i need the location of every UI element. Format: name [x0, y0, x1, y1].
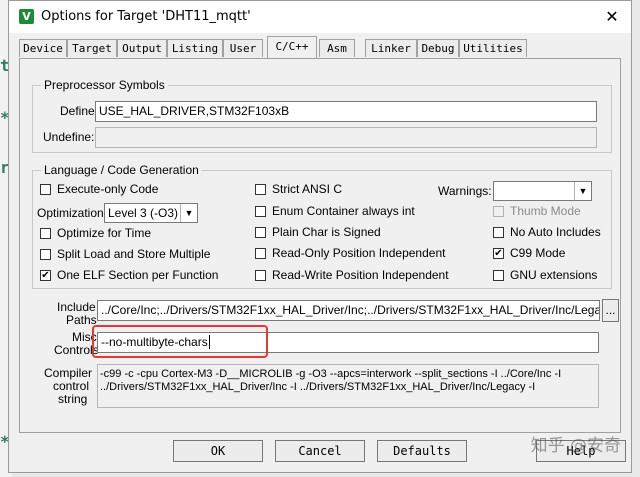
tab-debug[interactable]: Debug [417, 39, 459, 57]
plain-char-label: Plain Char is Signed [272, 225, 381, 239]
compiler-string-line1: -c99 -c -cpu Cortex-M3 -D__MICROLIB -g -… [100, 368, 562, 380]
enum-container-checkbox[interactable] [255, 206, 266, 217]
optimization-label: Optimization: [37, 206, 108, 220]
defaults-button[interactable]: Defaults [377, 440, 467, 462]
close-button[interactable]: ✕ [599, 5, 625, 29]
tab-c-cpp[interactable]: C/C++ [267, 36, 317, 58]
tab-user[interactable]: User [223, 39, 263, 57]
codegen-group: Language / Code Generation Execute-only … [32, 163, 612, 289]
ro-pi-label: Read-Only Position Independent [272, 246, 446, 260]
ro-pi-checkbox[interactable] [255, 248, 266, 259]
chevron-down-icon: ▼ [574, 182, 591, 200]
enum-container-label: Enum Container always int [272, 204, 415, 218]
c99-mode-checkbox[interactable]: ✔ [493, 248, 504, 259]
include-browse-button[interactable]: ... [602, 299, 619, 322]
ok-button[interactable]: OK [173, 440, 263, 462]
optimize-time-checkbox[interactable] [40, 228, 51, 239]
tab-target[interactable]: Target [67, 39, 117, 57]
c99-mode-label: C99 Mode [510, 246, 566, 260]
include-label-line1: Include [57, 300, 96, 314]
split-load-label: Split Load and Store Multiple [57, 247, 211, 261]
gnu-ext-label: GNU extensions [510, 268, 598, 282]
c-cpp-panel: Preprocessor Symbols Define: USE_HAL_DRI… [19, 58, 621, 433]
no-auto-includes-label: No Auto Includes [510, 225, 601, 239]
rw-pi-label: Read-Write Position Independent [272, 268, 449, 282]
no-auto-includes-checkbox[interactable] [493, 227, 504, 238]
checkmark-icon: ✔ [41, 270, 50, 281]
split-load-checkbox[interactable] [40, 249, 51, 260]
gnu-ext-checkbox[interactable] [493, 270, 504, 281]
compiler-control-string: -c99 -c -cpu Cortex-M3 -D__MICROLIB -g -… [97, 364, 599, 408]
undefine-label: Undefine: [43, 130, 95, 144]
compiler-label-line1: Compiler [44, 366, 93, 380]
tab-device[interactable]: Device [19, 39, 67, 57]
tab-linker[interactable]: Linker [365, 39, 417, 57]
optimize-time-label: Optimize for Time [57, 226, 152, 240]
title-bar: V Options for Target 'DHT11_mqtt' ✕ [9, 1, 631, 33]
chevron-down-icon: ▼ [180, 204, 197, 222]
define-label: Define: [60, 104, 99, 118]
include-paths-field[interactable]: ../Core/Inc;../Drivers/STM32F1xx_HAL_Dri… [97, 300, 600, 321]
checkmark-icon: ✔ [494, 248, 503, 259]
one-elf-checkbox[interactable]: ✔ [40, 270, 51, 281]
window-title: Options for Target 'DHT11_mqtt' [41, 9, 251, 24]
watermark: 知乎 @安奇 [530, 436, 621, 456]
close-icon: ✕ [605, 7, 619, 26]
tab-utilities[interactable]: Utilities [459, 39, 527, 57]
strict-ansi-label: Strict ANSI C [272, 182, 343, 196]
tab-asm[interactable]: Asm [319, 39, 355, 57]
strict-ansi-checkbox[interactable] [255, 184, 266, 195]
warnings-label: Warnings: [438, 184, 492, 198]
thumb-mode-label: Thumb Mode [510, 204, 581, 218]
execute-only-label: Execute-only Code [57, 182, 159, 196]
thumb-mode-checkbox[interactable] [493, 206, 504, 217]
plain-char-checkbox[interactable] [255, 227, 266, 238]
compiler-label-line3: string [58, 392, 88, 406]
options-dialog: V Options for Target 'DHT11_mqtt' ✕ Devi… [8, 0, 632, 473]
tab-listing[interactable]: Listing [167, 39, 223, 57]
define-field[interactable]: USE_HAL_DRIVER,STM32F103xB [95, 101, 597, 122]
rw-pi-checkbox[interactable] [255, 270, 266, 281]
one-elf-label: One ELF Section per Function [57, 268, 219, 282]
codegen-group-title: Language / Code Generation [41, 163, 202, 177]
preprocessor-group-title: Preprocessor Symbols [41, 78, 168, 92]
preprocessor-group: Preprocessor Symbols Define: USE_HAL_DRI… [32, 78, 612, 153]
undefine-field[interactable] [95, 127, 597, 148]
keil-uvision-icon: V [19, 9, 34, 24]
compiler-string-line2: ../Drivers/STM32F1xx_HAL_Driver/Inc -I .… [100, 381, 536, 393]
optimization-value: Level 3 (-O3) [108, 206, 179, 220]
warnings-select[interactable]: ▼ [493, 181, 592, 201]
execute-only-checkbox[interactable] [40, 184, 51, 195]
optimization-select[interactable]: Level 3 (-O3) ▼ [104, 203, 198, 223]
highlight-annotation [92, 325, 268, 358]
include-label-line2: Paths [66, 313, 97, 327]
compiler-label-line2: control [53, 379, 90, 393]
tab-output[interactable]: Output [117, 39, 167, 57]
cancel-button[interactable]: Cancel [275, 440, 365, 462]
